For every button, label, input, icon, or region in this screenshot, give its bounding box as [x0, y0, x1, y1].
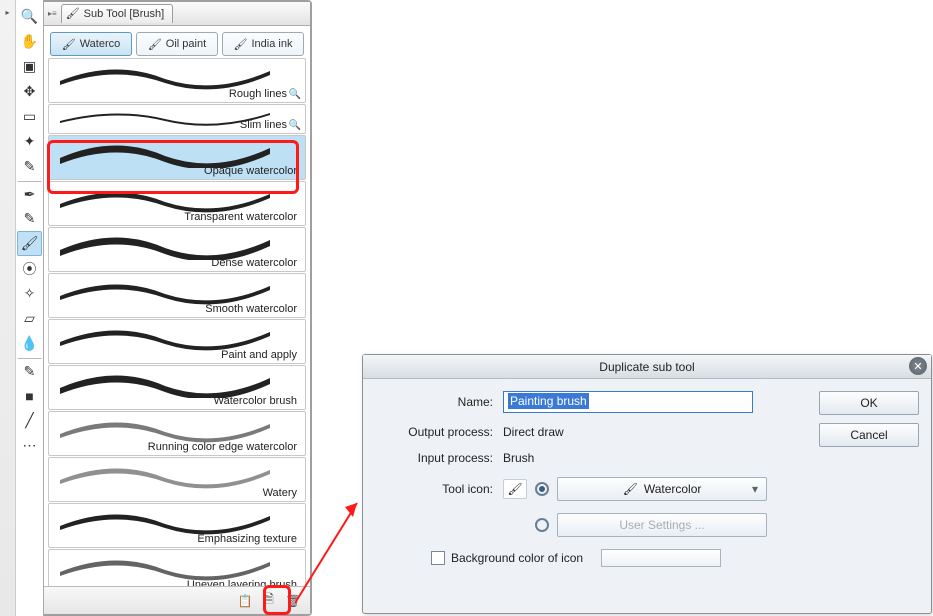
brush-watercolor-brush[interactable]: Watercolor brush [48, 365, 306, 410]
mini-collapse-strip: ▸ [0, 0, 16, 616]
input-process-label: Input process: [383, 451, 493, 465]
panel-titlebar[interactable]: ▸≡ 🖌 Sub Tool [Brush] [44, 2, 310, 26]
edit-icon[interactable]: ✎ [17, 358, 42, 383]
brush-label: Dense watercolor [211, 257, 297, 269]
brush-icon[interactable]: 🖌 [17, 231, 42, 256]
brush-label: Smooth watercolor [205, 303, 297, 315]
tool-icon-preview: 🖌 [503, 479, 527, 499]
tab-label: India ink [251, 38, 292, 50]
cancel-button[interactable]: Cancel [819, 423, 919, 447]
brush-list: Rough lines 🔍 Slim lines 🔍 Opaque waterc… [44, 56, 310, 586]
pen-icon[interactable]: ✒ [17, 181, 42, 206]
brush-opaque-watercolor[interactable]: Opaque watercolor [48, 135, 306, 180]
dialog-titlebar[interactable]: Duplicate sub tool ✕ [363, 355, 931, 379]
brush-dense-watercolor[interactable]: Dense watercolor [48, 227, 306, 272]
airbrush-icon[interactable]: ⦿ [17, 256, 42, 281]
brush-slim-lines[interactable]: Slim lines 🔍 [48, 104, 306, 134]
tool-icon-radio-user[interactable] [535, 518, 549, 532]
brush-label: Watercolor brush [214, 395, 297, 407]
clipboard-icon[interactable]: 📋 [236, 592, 254, 610]
brush-label: Paint and apply [221, 349, 297, 361]
duplicate-icon[interactable]: 🗎 [260, 592, 278, 610]
close-icon[interactable]: ✕ [909, 357, 927, 375]
bgcolor-label: Background color of icon [451, 551, 583, 565]
move-icon[interactable]: ✥ [17, 79, 42, 104]
expand-icon[interactable]: ▸≡ [48, 9, 57, 18]
brush-icon: 🖌 [623, 482, 638, 496]
brush-icon: 🖌 [62, 38, 76, 51]
wand-icon[interactable]: ✦ [17, 129, 42, 154]
panel-title: Sub Tool [Brush] [84, 8, 165, 20]
brush-rough-lines[interactable]: Rough lines 🔍 [48, 58, 306, 103]
magnifier-icon[interactable]: 🔍 [17, 4, 42, 29]
brush-label: Slim lines [240, 119, 287, 131]
line-icon[interactable]: ╱ [17, 408, 42, 433]
misc-icon[interactable]: ⋯ [17, 433, 42, 458]
user-settings-button[interactable]: User Settings ... [557, 513, 767, 537]
magnifier-icon[interactable]: 🔍 [289, 120, 301, 131]
tool-icon-radio-preset[interactable] [535, 482, 549, 496]
sparkle-icon[interactable]: ✧ [17, 281, 42, 306]
tab-oilpaint[interactable]: 🖌 Oil paint [136, 32, 218, 56]
tab-label: Oil paint [166, 38, 206, 50]
expand-icon[interactable]: ▸ [0, 0, 15, 24]
brush-running-edge[interactable]: Running color edge watercolor [48, 411, 306, 456]
fill-icon[interactable]: ■ [17, 383, 42, 408]
subtool-panel-wrapper: ▸ 🔍 ✋ ▣ ✥ ▭ ✦ ✎ ✒ ✎ 🖌 ⦿ ✧ ▱ 💧 ✎ ■ ╱ ⋯ ▸≡… [0, 0, 312, 616]
tool-icon-combo[interactable]: 🖌 Watercolor ▾ [557, 477, 767, 501]
brush-icon: 🖌 [234, 38, 248, 51]
ok-button[interactable]: OK [819, 391, 919, 415]
brush-label: Opaque watercolor [204, 165, 297, 177]
marquee-icon[interactable]: ▭ [17, 104, 42, 129]
blend-icon[interactable]: 💧 [17, 331, 42, 356]
magnifier-icon[interactable]: 🔍 [289, 89, 301, 100]
brush-label: Emphasizing texture [197, 533, 297, 545]
input-process-value: Brush [503, 451, 534, 465]
name-input[interactable]: Painting brush [503, 391, 753, 413]
dialog-title: Duplicate sub tool [599, 360, 694, 374]
subtool-panel: ▸≡ 🖌 Sub Tool [Brush] 🖌 Waterco 🖌 Oil pa… [44, 0, 312, 616]
bgcolor-swatch[interactable] [601, 549, 721, 567]
brush-label: Rough lines [229, 88, 287, 100]
tab-watercolor[interactable]: 🖌 Waterco [50, 32, 132, 56]
annotation-arrow [295, 485, 370, 605]
brush-watery[interactable]: Watery [48, 457, 306, 502]
user-settings-label: User Settings ... [619, 518, 704, 532]
brush-label: Watery [263, 487, 297, 499]
tool-icon-label: Tool icon: [383, 482, 493, 496]
brush-emphasizing-texture[interactable]: Emphasizing texture [48, 503, 306, 548]
brush-smooth-watercolor[interactable]: Smooth watercolor [48, 273, 306, 318]
chevron-down-icon: ▾ [752, 482, 758, 496]
panel-tab[interactable]: 🖌 Sub Tool [Brush] [61, 4, 173, 23]
name-label: Name: [383, 395, 493, 409]
eraser-icon[interactable]: ▱ [17, 306, 42, 331]
dialog-buttons: OK Cancel [819, 391, 919, 447]
dialog-body: OK Cancel Name: Painting brush Output pr… [363, 379, 931, 613]
tab-label: Waterco [80, 38, 121, 50]
bgcolor-checkbox[interactable] [431, 551, 445, 565]
pencil-icon[interactable]: ✎ [17, 206, 42, 231]
brush-transparent-watercolor[interactable]: Transparent watercolor [48, 181, 306, 226]
category-tabs: 🖌 Waterco 🖌 Oil paint 🖌 India ink [44, 26, 310, 56]
duplicate-subtool-dialog: Duplicate sub tool ✕ OK Cancel Name: Pai… [362, 354, 932, 614]
tab-indiaink[interactable]: 🖌 India ink [222, 32, 304, 56]
panel-footer: 📋 🗎 🗑 [44, 586, 310, 614]
tool-strip: 🔍 ✋ ▣ ✥ ▭ ✦ ✎ ✒ ✎ 🖌 ⦿ ✧ ▱ 💧 ✎ ■ ╱ ⋯ [16, 0, 44, 616]
brush-icon: 🖌 [66, 7, 80, 20]
hand-icon[interactable]: ✋ [17, 29, 42, 54]
output-process-label: Output process: [383, 425, 493, 439]
eyedropper-icon[interactable]: ✎ [17, 154, 42, 179]
name-value: Painting brush [508, 393, 589, 409]
brush-uneven-layering[interactable]: Uneven layering brush [48, 549, 306, 586]
brush-icon: 🖌 [148, 38, 162, 51]
brush-label: Transparent watercolor [184, 211, 297, 223]
brush-label: Uneven layering brush [187, 579, 297, 586]
combo-value: Watercolor [644, 482, 702, 496]
output-process-value: Direct draw [503, 425, 564, 439]
brush-paint-and-apply[interactable]: Paint and apply [48, 319, 306, 364]
cube-icon[interactable]: ▣ [17, 54, 42, 79]
brush-label: Running color edge watercolor [148, 441, 297, 453]
